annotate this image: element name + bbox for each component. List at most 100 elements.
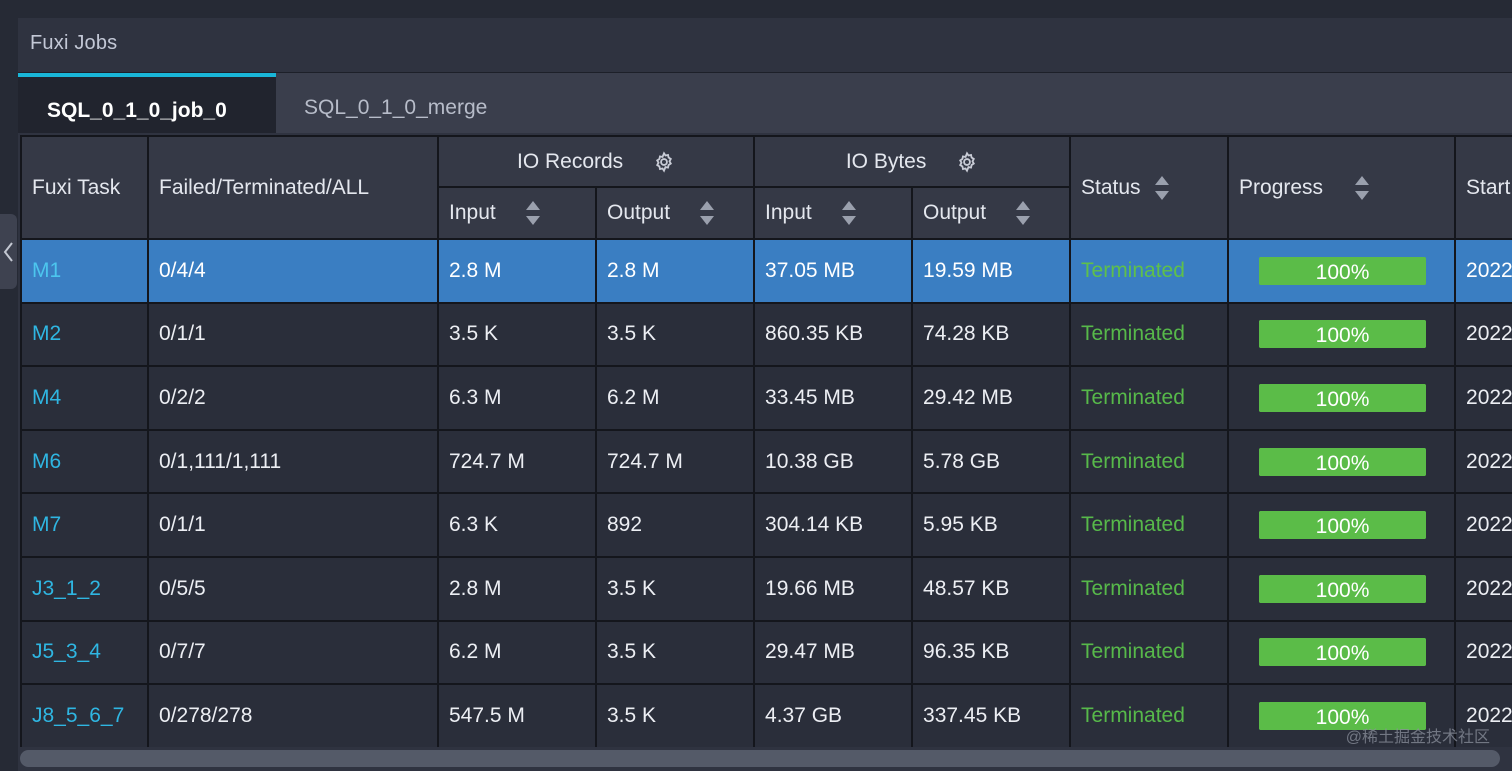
sort-icon[interactable]: [700, 200, 715, 226]
tab-sql-merge[interactable]: SQL_0_1_0_merge: [276, 73, 556, 133]
task-counts: 0/5/5: [147, 555, 439, 622]
status-text: Terminated: [1069, 619, 1230, 686]
task-link[interactable]: J3_1_2: [20, 555, 149, 622]
header-bytes-input[interactable]: Input: [753, 186, 914, 240]
progress-bar: 100%: [1259, 511, 1427, 540]
records-input: 6.3 K: [437, 492, 597, 558]
records-input: 2.8 M: [437, 555, 597, 622]
start-time: 2022: [1454, 492, 1512, 558]
gear-icon[interactable]: [956, 151, 978, 173]
start-time: 2022: [1454, 365, 1512, 431]
header-failed-terminated-all: Failed/Terminated/ALL: [147, 135, 439, 240]
status-text: Terminated: [1069, 238, 1230, 304]
task-counts: 0/7/7: [147, 619, 439, 686]
progress-cell: 100%: [1227, 365, 1457, 431]
bytes-output: 96.35 KB: [911, 619, 1072, 686]
header-records-input[interactable]: Input: [437, 186, 597, 240]
table-row[interactable]: M4 0/2/2 6.3 M 6.2 M 33.45 MB 29.42 MB T…: [20, 365, 1512, 431]
records-input: 6.3 M: [437, 365, 597, 431]
table-row[interactable]: J5_3_4 0/7/7 6.2 M 3.5 K 29.47 MB 96.35 …: [20, 619, 1512, 686]
horizontal-scrollbar-thumb[interactable]: [20, 750, 1500, 767]
chevron-left-icon: [3, 242, 13, 262]
records-output: 3.5 K: [594, 555, 756, 622]
task-link[interactable]: M2: [20, 301, 149, 368]
task-link[interactable]: J5_3_4: [20, 619, 149, 686]
bytes-input: 29.47 MB: [753, 619, 914, 686]
sort-icon[interactable]: [525, 200, 540, 226]
header-start[interactable]: Start: [1454, 135, 1512, 240]
top-bar: [0, 0, 1512, 18]
progress-bar: 100%: [1259, 447, 1427, 476]
header-status[interactable]: Status: [1069, 135, 1230, 240]
progress-label: 100%: [1315, 387, 1370, 411]
task-link[interactable]: M4: [20, 365, 149, 431]
records-output: 3.5 K: [594, 301, 756, 368]
task-link[interactable]: M7: [20, 492, 149, 558]
progress-bar: 100%: [1259, 320, 1427, 349]
status-text: Terminated: [1069, 555, 1230, 622]
table-row[interactable]: M6 0/1,111/1,111 724.7 M 724.7 M 10.38 G…: [20, 428, 1512, 495]
table-row[interactable]: J3_1_2 0/5/5 2.8 M 3.5 K 19.66 MB 48.57 …: [20, 555, 1512, 622]
bytes-input: 304.14 KB: [753, 492, 914, 558]
records-output: 724.7 M: [594, 428, 756, 495]
start-time: 2022: [1454, 555, 1512, 622]
task-counts: 0/1/1: [147, 492, 439, 558]
watermark: @稀土掘金技术社区: [1345, 729, 1490, 746]
header-bytes-output[interactable]: Output: [911, 186, 1072, 240]
progress-bar: 100%: [1259, 574, 1427, 603]
task-link[interactable]: M6: [20, 428, 149, 495]
start-time: 2022: [1454, 428, 1512, 495]
bytes-output: 19.59 MB: [911, 238, 1072, 304]
progress-bar: 100%: [1259, 383, 1427, 412]
gear-icon[interactable]: [653, 151, 675, 173]
task-counts: 0/4/4: [147, 238, 439, 304]
records-output: 2.8 M: [594, 238, 756, 304]
bytes-output: 5.78 GB: [911, 428, 1072, 495]
progress-label: 100%: [1315, 642, 1370, 666]
job-tabbar: SQL_0_1_0_job_0 SQL_0_1_0_merge: [18, 73, 1512, 133]
records-input: 3.5 K: [437, 301, 597, 368]
table-row[interactable]: M1 0/4/4 2.8 M 2.8 M 37.05 MB 19.59 MB T…: [20, 238, 1512, 304]
task-link[interactable]: J8_5_6_7: [20, 683, 149, 747]
sort-icon[interactable]: [1355, 175, 1370, 201]
records-input: 2.8 M: [437, 238, 597, 304]
records-output: 3.5 K: [594, 683, 756, 747]
status-text: Terminated: [1069, 492, 1230, 558]
header-io-bytes: IO Bytes: [753, 135, 1072, 188]
table-row[interactable]: M7 0/1/1 6.3 K 892 304.14 KB 5.95 KB Ter…: [20, 492, 1512, 558]
records-output: 892: [594, 492, 756, 558]
status-text: Terminated: [1069, 365, 1230, 431]
progress-cell: 100%: [1227, 619, 1457, 686]
fuxi-task-table-container: Fuxi Task Failed/Terminated/ALL IO Recor…: [20, 135, 1512, 747]
sort-icon[interactable]: [1154, 175, 1169, 201]
status-text: Terminated: [1069, 301, 1230, 368]
bytes-input: 37.05 MB: [753, 238, 914, 304]
header-records-output[interactable]: Output: [594, 186, 756, 240]
progress-label: 100%: [1315, 451, 1370, 475]
status-text: Terminated: [1069, 428, 1230, 495]
bytes-input: 19.66 MB: [753, 555, 914, 622]
task-counts: 0/1,111/1,111: [147, 428, 439, 495]
status-text: Terminated: [1069, 683, 1230, 747]
bytes-input: 33.45 MB: [753, 365, 914, 431]
task-counts: 0/278/278: [147, 683, 439, 747]
fuxi-jobs-panel: Fuxi Jobs SQL_0_1_0_job_0 SQL_0_1_0_merg…: [18, 18, 1512, 771]
collapse-sidebar-handle[interactable]: [0, 214, 17, 289]
tab-sql-job-0[interactable]: SQL_0_1_0_job_0: [18, 73, 276, 133]
bytes-output: 337.45 KB: [911, 683, 1072, 747]
task-link[interactable]: M1: [20, 238, 149, 304]
bytes-input: 860.35 KB: [753, 301, 914, 368]
records-input: 724.7 M: [437, 428, 597, 495]
records-output: 6.2 M: [594, 365, 756, 431]
table-row[interactable]: J8_5_6_7 0/278/278 547.5 M 3.5 K 4.37 GB…: [20, 683, 1512, 747]
sort-icon[interactable]: [841, 200, 856, 226]
records-input: 6.2 M: [437, 619, 597, 686]
bytes-output: 29.42 MB: [911, 365, 1072, 431]
table-row[interactable]: M2 0/1/1 3.5 K 3.5 K 860.35 KB 74.28 KB …: [20, 301, 1512, 368]
header-progress[interactable]: Progress: [1227, 135, 1457, 240]
records-output: 3.5 K: [594, 619, 756, 686]
sort-icon[interactable]: [1016, 200, 1031, 226]
progress-cell: 100%: [1227, 238, 1457, 304]
bytes-output: 48.57 KB: [911, 555, 1072, 622]
progress-cell: 100%: [1227, 555, 1457, 622]
